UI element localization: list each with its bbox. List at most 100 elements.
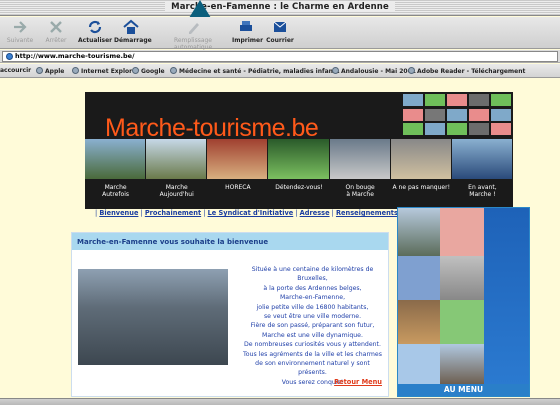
- photo-marche-autrefois[interactable]: [85, 139, 146, 179]
- caption-4[interactable]: On bouge à Marche: [330, 184, 391, 198]
- caption-2[interactable]: HORECA: [207, 184, 268, 198]
- stop-button[interactable]: Arrêter: [42, 19, 70, 44]
- photo-marche-aujourdhui[interactable]: [146, 139, 207, 179]
- caption-3[interactable]: Détendez-vous!: [268, 184, 329, 198]
- photo-on-bouge[interactable]: [329, 139, 390, 179]
- welcome-line: à la porte des Ardennes belges,: [263, 284, 362, 292]
- crowd-photo: [398, 300, 440, 344]
- welcome-text: Située à une centaine de kilomètres de B…: [240, 265, 385, 387]
- nav-link-syndicat[interactable]: Le Syndicat d'Initiative: [208, 209, 294, 217]
- welcome-line: Tous les agréments de la ville et les ch…: [243, 350, 382, 358]
- banner-photos: [85, 139, 513, 209]
- favorite-item[interactable]: Internet Explorer: [72, 67, 139, 75]
- site-nav: | Bienvenue | Prochainement | Le Syndica…: [95, 209, 402, 217]
- photo-tile: [440, 256, 484, 300]
- refresh-label: Actualiser: [78, 37, 113, 44]
- favorite-label: Apple: [45, 68, 65, 75]
- favorite-item[interactable]: Adobe Reader - Téléchargement: [408, 67, 525, 75]
- building-photo: [440, 344, 484, 386]
- page-content: Marche-tourisme.be Marche Autrefois Marc…: [0, 79, 560, 405]
- favorite-icon: [72, 67, 79, 74]
- address-bar: http://www.marche-tourisme.be/: [0, 50, 560, 63]
- caption-0[interactable]: Marche Autrefois: [85, 184, 146, 198]
- color-tile: [440, 300, 484, 344]
- photo-a-ne-pas-manquer[interactable]: [390, 139, 451, 179]
- url-field[interactable]: http://www.marche-tourisme.be/: [2, 51, 558, 62]
- photo-en-avant[interactable]: [451, 139, 512, 179]
- photo-detendez-vous[interactable]: [268, 139, 329, 179]
- globe-icon: [6, 53, 13, 60]
- forward-arrow-icon: [14, 21, 27, 33]
- autofill-label: Remplissage automatique: [173, 37, 213, 51]
- printer-icon: [240, 21, 252, 31]
- fountain-photo: [78, 269, 228, 365]
- favorite-icon: [408, 67, 415, 74]
- refresh-button[interactable]: Actualiser: [78, 19, 112, 44]
- favorite-icon: [332, 67, 339, 74]
- caption-6[interactable]: En avant, Marche !: [452, 184, 513, 198]
- color-grid: [403, 94, 511, 136]
- stop-x-icon: [50, 21, 62, 33]
- church-photo: [398, 208, 440, 256]
- return-menu-link[interactable]: Retour Menu: [334, 378, 382, 386]
- favorite-item[interactable]: Google: [132, 67, 165, 75]
- favorite-label: Google: [141, 68, 165, 75]
- url-text: http://www.marche-tourisme.be/: [15, 52, 135, 60]
- toolbar: Suivante Arrêter Actualiser Démarrage Re…: [0, 17, 560, 51]
- welcome-heading: Marche-en-Famenne vous souhaite la bienv…: [72, 233, 388, 250]
- autofill-button[interactable]: Remplissage automatique: [160, 19, 226, 51]
- favorites-bar: accourcir Apple Internet Explorer Google…: [0, 64, 560, 78]
- welcome-line: jolie petite ville de 16800 habitants,: [256, 303, 369, 311]
- mail-icon: [273, 21, 287, 32]
- favorite-item[interactable]: Médecine et santé - Pédiatrie, maladies …: [170, 67, 340, 75]
- nav-link-renseignements[interactable]: Renseignements: [336, 209, 398, 217]
- welcome-line: De nombreuses curiosités vous y attenden…: [244, 341, 381, 349]
- site-banner: Marche-tourisme.be Marche Autrefois Marc…: [85, 92, 513, 209]
- caption-1[interactable]: Marche Aujourd'hui: [146, 184, 207, 198]
- favorite-label: Internet Explorer: [81, 68, 140, 75]
- favorite-item[interactable]: Apple: [36, 67, 64, 75]
- favorite-item[interactable]: Andalousie - Mai 2001: [332, 67, 416, 75]
- mail-button[interactable]: Courrier: [266, 19, 294, 44]
- banner-captions: Marche Autrefois Marche Aujourd'hui HORE…: [85, 184, 513, 198]
- caption-5[interactable]: A ne pas manquer!: [391, 184, 452, 198]
- color-tile: [398, 344, 440, 386]
- print-button[interactable]: Imprimer: [232, 19, 264, 44]
- nav-link-prochainement[interactable]: Prochainement: [145, 209, 201, 217]
- au-menu-button[interactable]: AU MENU: [398, 384, 529, 396]
- welcome-line: Marche-en-Famenne,: [279, 294, 346, 302]
- color-tile: [398, 256, 440, 300]
- pointer-arrow-icon: [189, 0, 211, 18]
- welcome-line: Marche est une ville dynamique.: [262, 331, 363, 339]
- home-icon: [123, 19, 139, 34]
- refresh-icon: [88, 20, 102, 34]
- favorite-icon: [170, 67, 177, 74]
- browser-window: Marche-en-Famenne : le Charme en Ardenne…: [0, 0, 560, 405]
- side-collage: AU MENU: [397, 207, 530, 397]
- welcome-line: se veut être une ville moderne.: [263, 313, 362, 321]
- favorite-label: Adobe Reader - Téléchargement: [417, 68, 526, 75]
- favorite-label: accourcir: [0, 67, 32, 74]
- horizontal-scrollbar[interactable]: [0, 398, 560, 405]
- title-bar[interactable]: Marche-en-Famenne : le Charme en Ardenne: [0, 0, 560, 16]
- favorite-label: Andalousie - Mai 2001: [341, 68, 416, 75]
- forward-button[interactable]: Suivante: [6, 19, 34, 44]
- color-tile: [440, 208, 484, 256]
- welcome-panel: Marche-en-Famenne vous souhaite la bienv…: [71, 232, 389, 397]
- nav-link-bienvenue[interactable]: Bienvenue: [99, 209, 138, 217]
- statue-panel: [484, 208, 529, 386]
- home-button[interactable]: Démarrage: [114, 19, 152, 44]
- photo-horeca[interactable]: [207, 139, 268, 179]
- print-label: Imprimer: [232, 37, 264, 44]
- autofill-icon: [189, 23, 199, 34]
- forward-label: Suivante: [6, 37, 34, 44]
- favorite-item[interactable]: accourcir: [0, 67, 31, 74]
- nav-link-adresse[interactable]: Adresse: [300, 209, 330, 217]
- stop-label: Arrêter: [45, 37, 67, 44]
- welcome-line: Située à une centaine de kilomètres de B…: [251, 266, 374, 283]
- favorite-label: Médecine et santé - Pédiatrie, maladies …: [179, 68, 340, 75]
- welcome-line: Fière de son passé, préparant son futur,: [250, 322, 375, 330]
- favorite-icon: [36, 67, 43, 74]
- home-label: Démarrage: [114, 37, 152, 44]
- favorite-icon: [132, 67, 139, 74]
